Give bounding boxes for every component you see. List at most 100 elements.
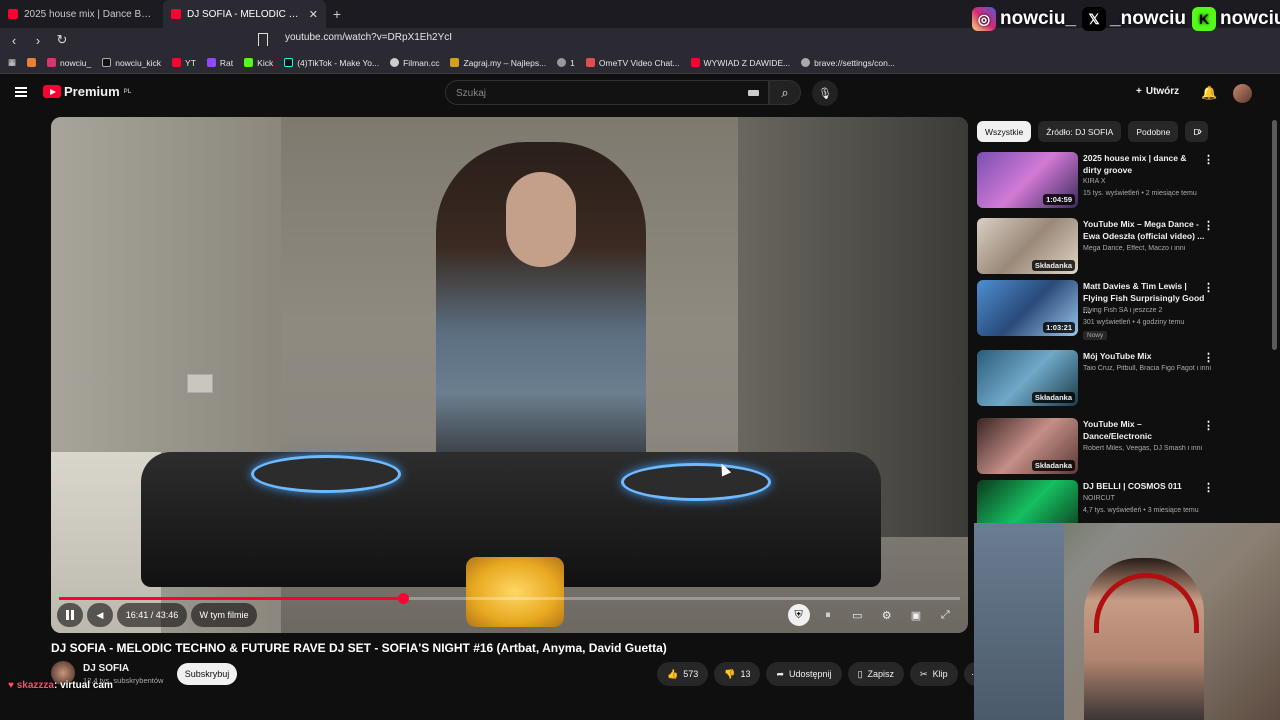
dislike-button[interactable]: 👎 13 — [714, 662, 761, 686]
rec-title[interactable]: 2025 house mix | dance & dirty groove — [1083, 152, 1207, 176]
bookmark-label: nowciu_ — [60, 57, 92, 68]
bookmark-item[interactable]: nowciu_kick — [102, 58, 161, 68]
miniplayer-pause-icon[interactable]: ⏸ — [817, 604, 839, 626]
bookmark-item[interactable]: Kick — [244, 58, 273, 68]
volume-button[interactable]: ◀ — [87, 603, 113, 627]
subscribe-button[interactable]: Subskrybuj — [177, 663, 237, 685]
bookmark-item[interactable]: 1 — [557, 58, 575, 68]
chip-from-channel[interactable]: Źródło: DJ SOFIA — [1038, 121, 1122, 142]
save-button[interactable]: ▯ Zapisz — [847, 662, 905, 686]
progress-bar[interactable] — [59, 593, 960, 604]
reload-icon[interactable]: ↻ — [52, 32, 72, 48]
more-vert-icon[interactable]: ⋮ — [1203, 281, 1214, 294]
chat-username: skazzza — [16, 680, 54, 691]
more-vert-icon[interactable]: ⋮ — [1203, 351, 1214, 364]
share-button[interactable]: ➦ Udostępnij — [766, 662, 842, 686]
clip-label: Klip — [932, 669, 948, 679]
browser-tab-active[interactable]: DJ SOFIA - MELODIC TECHNO ✕ — [163, 0, 326, 28]
rec-channel[interactable]: KIRA X — [1083, 178, 1213, 185]
share-icon: ➦ — [776, 668, 785, 679]
bookmark-item[interactable]: OmeTV Video Chat... — [585, 58, 680, 68]
more-vert-icon[interactable]: ⋮ — [1203, 153, 1214, 166]
channel-name[interactable]: DJ SOFIA — [83, 663, 129, 674]
recommendation-item[interactable]: Składanka YouTube Mix – Dance/Electronic… — [977, 418, 1214, 476]
bookmark-label: WYWIAD Z DAWIDE... — [703, 57, 791, 68]
rec-channel[interactable]: Mega Dance, Effect, Maczo i inni — [1083, 245, 1213, 252]
pause-button[interactable] — [57, 603, 83, 627]
settings-gear-icon[interactable]: ⚙ — [876, 604, 898, 626]
search-button[interactable]: ⌕ — [769, 80, 801, 105]
subtitles-icon[interactable]: ▭ — [846, 604, 868, 626]
recommendation-item[interactable]: 1:03:21 Matt Davies & Tim Lewis | Flying… — [977, 280, 1214, 340]
url-field[interactable]: youtube.com/watch?v=DRpX1Eh2YcI — [285, 32, 452, 43]
create-button[interactable]: + Utwórz — [1136, 86, 1179, 97]
clip-button[interactable]: ✂ Klip — [910, 662, 958, 686]
rec-channel[interactable]: Flying Fish SA i jeszcze 2 — [1083, 307, 1213, 314]
recommendation-item[interactable]: 1:04:59 2025 house mix | dance & dirty g… — [977, 152, 1214, 210]
bookmark-item[interactable]: YT — [172, 58, 196, 68]
bookmark-item[interactable]: brave://settings/con... — [801, 58, 895, 68]
rec-channel[interactable]: NOIRCUT — [1083, 495, 1213, 502]
recommendation-item[interactable]: Składanka YouTube Mix – Mega Dance - Ewa… — [977, 218, 1214, 276]
fullscreen-icon[interactable]: ⤢ — [934, 604, 956, 626]
rec-title[interactable]: Mój YouTube Mix — [1083, 350, 1207, 362]
video-thumbnail[interactable]: 1:04:59 — [977, 152, 1078, 208]
bookmark-item[interactable]: Zagraj.my – Najleps... — [450, 58, 546, 68]
bookmark-item[interactable]: WYWIAD Z DAWIDE... — [690, 57, 791, 68]
close-tab-icon[interactable]: ✕ — [309, 8, 318, 21]
shield-icon[interactable]: ⛨ — [787, 604, 810, 626]
social-kick: K nowciu — [1192, 7, 1280, 31]
back-icon[interactable]: ‹ — [4, 33, 24, 48]
youtube-premium-logo[interactable]: Premium PL — [43, 84, 131, 99]
bookmark-item[interactable]: nowciu_ — [47, 58, 91, 68]
theater-mode-icon[interactable]: ▣ — [905, 604, 927, 626]
thumbs-down-icon: 👎 — [724, 668, 736, 679]
voice-search-button[interactable]: 🎙 — [812, 80, 838, 106]
notifications-bell-icon[interactable]: 🔔 — [1201, 85, 1217, 101]
chapters-button[interactable]: W tym filmie — [191, 603, 257, 627]
bookmark-folder-icon[interactable] — [27, 58, 37, 67]
video-thumbnail[interactable]: Składanka — [977, 218, 1078, 274]
new-tab-button[interactable]: + — [326, 6, 348, 22]
chip-more[interactable]: D — [1185, 121, 1208, 142]
keyboard-icon[interactable] — [748, 90, 759, 96]
video-thumbnail[interactable]: Składanka — [977, 418, 1078, 474]
rec-meta: 15 tys. wyświetleń • 2 miesiące temu — [1083, 190, 1197, 197]
forward-icon[interactable]: › — [28, 33, 48, 48]
bookmark-label: YT — [185, 57, 196, 68]
account-avatar[interactable] — [1233, 84, 1252, 103]
rec-title[interactable]: YouTube Mix – Mega Dance - Ewa Odeszła (… — [1083, 218, 1207, 242]
bookmark-item[interactable]: Rat — [206, 58, 233, 68]
recommendation-item[interactable]: Składanka Mój YouTube Mix Taio Cruz, Pit… — [977, 350, 1214, 408]
chevron-right-icon[interactable]: › — [1198, 124, 1202, 138]
like-button[interactable]: 👍 573 — [657, 662, 709, 686]
rec-title[interactable]: DJ BELLI | COSMOS 011 — [1083, 480, 1207, 492]
progress-scrubber[interactable] — [397, 593, 409, 604]
chip-related[interactable]: Podobne — [1128, 121, 1179, 142]
chip-all[interactable]: Wszystkie — [977, 121, 1032, 142]
rec-title[interactable]: YouTube Mix – Dance/Electronic — [1083, 418, 1207, 442]
bookmark-label: brave://settings/con... — [814, 57, 895, 68]
video-thumbnail[interactable]: Składanka — [977, 350, 1078, 406]
video-frame-candles — [466, 557, 564, 627]
dislike-count: 13 — [740, 669, 751, 679]
video-frame-light-switch — [187, 374, 213, 393]
menu-icon[interactable] — [15, 87, 27, 97]
new-badge: Nowy — [1083, 331, 1108, 340]
duration-badge: 1:04:59 — [1043, 194, 1075, 205]
bookmark-page-icon[interactable] — [258, 33, 268, 46]
rec-channel[interactable]: Taio Cruz, Pitbull, Bracia Figo Fagot i … — [1083, 365, 1213, 372]
sidebar-scrollbar[interactable] — [1272, 120, 1277, 350]
video-thumbnail[interactable]: 1:03:21 — [977, 280, 1078, 336]
bookmark-item[interactable]: Filman.cc — [390, 58, 439, 68]
webcam-background — [974, 523, 1064, 720]
rec-channel[interactable]: Robert Miles, Veegas, DJ Smash i inni — [1083, 445, 1213, 452]
browser-tab[interactable]: 2025 house mix | Dance Bangers - Yo — [0, 0, 163, 28]
video-player[interactable]: ◀ 16:41 / 43:46 W tym filmie ⛨ ⏸ ▭ ⚙ ▣ ⤢ — [51, 117, 968, 633]
more-vert-icon[interactable]: ⋮ — [1203, 219, 1214, 232]
apps-grid-icon[interactable]: ▦ — [8, 57, 16, 68]
more-vert-icon[interactable]: ⋮ — [1203, 481, 1214, 494]
more-vert-icon[interactable]: ⋮ — [1203, 419, 1214, 432]
bookmark-item[interactable]: (4)TikTok - Make Yo... — [284, 58, 379, 68]
search-input[interactable]: Szukaj — [445, 80, 769, 105]
